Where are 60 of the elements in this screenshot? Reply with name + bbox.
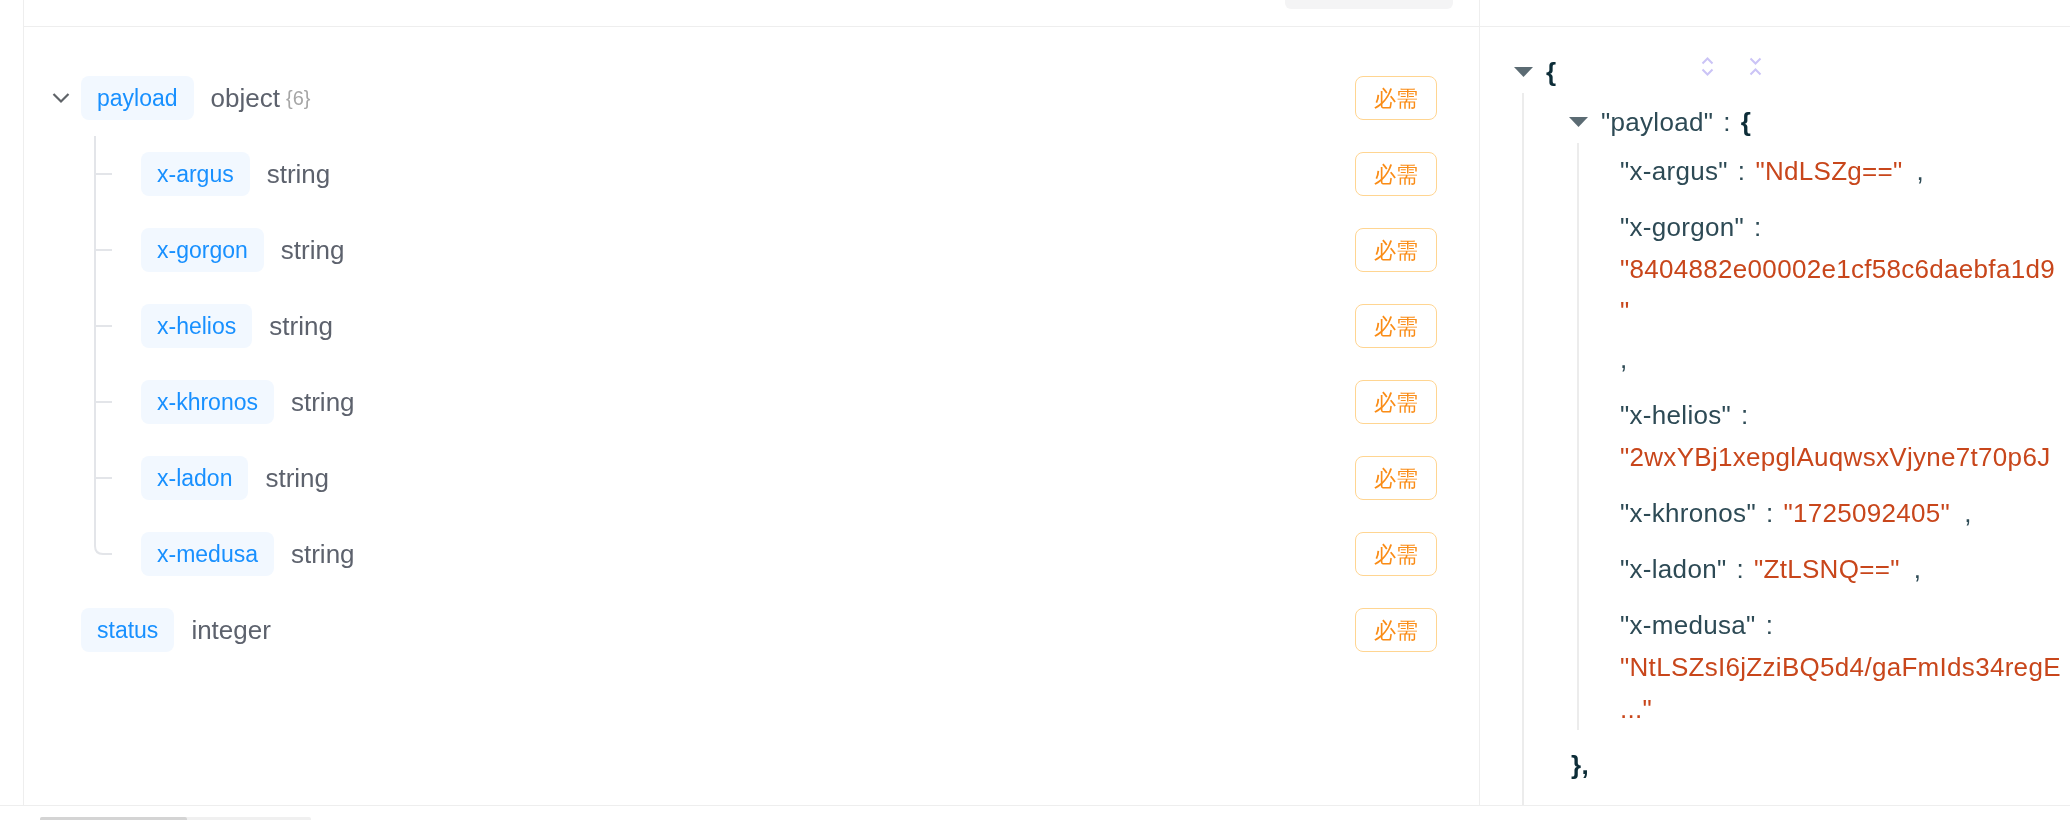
chevron-down-icon[interactable] <box>52 92 70 104</box>
required-tag: 必需 <box>1355 228 1437 272</box>
json-key: "x-argus" <box>1620 151 1728 191</box>
field-type: string <box>266 157 331 191</box>
json-key: "x-gorgon" <box>1620 207 1745 247</box>
json-brace: }, <box>1571 748 1589 782</box>
json-key: "payload" <box>1601 102 1714 142</box>
json-colon: : <box>1765 608 1774 642</box>
caret-down-icon[interactable] <box>1514 67 1533 77</box>
json-value: "NtLSZsI6jZziBQ5d4/gaFmIds34regE <box>1620 650 2061 684</box>
json-key: "x-ladon" <box>1620 549 1727 589</box>
field-name-tag: x-ladon <box>141 456 249 500</box>
json-value: "2wxYBj1xepglAuqwsxVjyne7t70p6J <box>1620 440 2051 474</box>
json-comma: , <box>1916 154 1925 188</box>
required-tag: 必需 <box>1355 304 1437 348</box>
json-brace: { <box>1740 105 1752 139</box>
field-name-tag: x-argus <box>141 152 250 196</box>
child-count: {6} <box>285 86 311 111</box>
json-colon: : <box>1765 496 1774 530</box>
field-name-tag: x-khronos <box>141 380 274 424</box>
required-tag: 必需 <box>1355 608 1437 652</box>
field-name-tag: status <box>81 608 175 652</box>
field-type: integer <box>191 613 271 647</box>
field-type: string <box>280 233 345 267</box>
json-key: "x-helios" <box>1620 395 1732 435</box>
json-key: "x-medusa" <box>1620 605 1756 645</box>
json-colon: : <box>1737 154 1746 188</box>
json-colon: : <box>1754 210 1762 244</box>
json-comma: , <box>1964 496 1972 530</box>
chevrons-collapse-icon[interactable] <box>1749 56 1763 77</box>
json-value: "8404882e00002e1cf58c6daebfa1d9 <box>1620 252 2055 286</box>
required-tag: 必需 <box>1355 456 1437 500</box>
required-tag: 必需 <box>1355 380 1437 424</box>
scrollbar-thumb[interactable] <box>40 817 187 820</box>
json-value: "NdLSZg==" <box>1755 154 1903 188</box>
field-type: string <box>291 537 355 571</box>
required-tag: 必需 <box>1355 152 1437 196</box>
caret-down-icon[interactable] <box>1569 117 1588 127</box>
field-type: string <box>291 385 355 419</box>
field-name-tag: x-helios <box>141 304 253 348</box>
json-brace: { <box>1546 55 1557 89</box>
required-tag: 必需 <box>1355 76 1437 120</box>
json-comma: , <box>1620 342 1628 376</box>
json-colon: : <box>1736 552 1744 586</box>
json-value: " <box>1620 294 1630 328</box>
json-colon: : <box>1741 398 1749 432</box>
field-name-tag: x-medusa <box>141 532 274 576</box>
field-type: string <box>269 309 333 343</box>
chevrons-expand-icon[interactable] <box>1701 56 1715 77</box>
json-comma: , <box>1913 552 1922 586</box>
json-value: ..." <box>1620 692 1653 726</box>
json-key: "x-khronos" <box>1620 493 1756 533</box>
field-name-tag: payload <box>81 76 194 120</box>
json-value: "ZtLSNQ==" <box>1753 552 1900 586</box>
json-colon: : <box>1723 105 1731 139</box>
field-type: object <box>210 81 280 115</box>
field-name-tag: x-gorgon <box>141 228 264 272</box>
required-tag: 必需 <box>1355 532 1437 576</box>
field-type: string <box>265 461 329 495</box>
json-value: "1725092405" <box>1783 496 1951 530</box>
